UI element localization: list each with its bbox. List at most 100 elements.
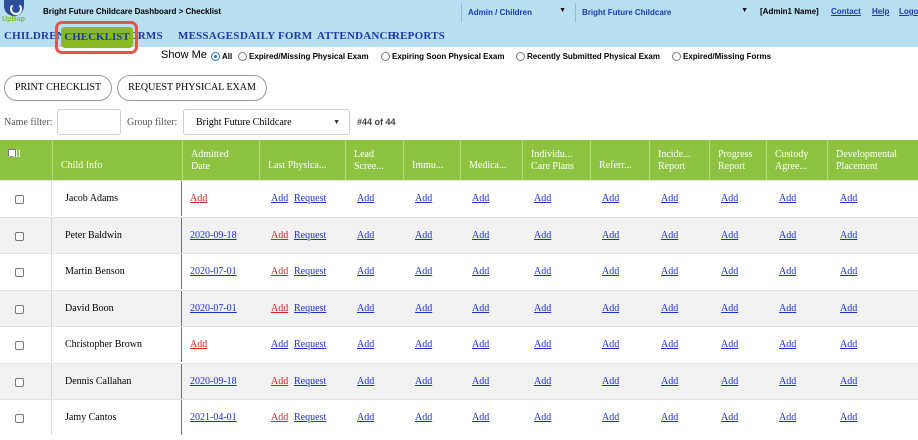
lead-screening-add-link[interactable]: Add xyxy=(357,376,374,387)
progress-report-add-link[interactable]: Add xyxy=(721,193,738,204)
header-custody-agreement[interactable]: Custody Agree... xyxy=(766,140,827,180)
logout-link[interactable]: Logo xyxy=(899,7,918,16)
radio-expiring-physical[interactable] xyxy=(381,52,390,61)
admitted-date-link[interactable]: 2020-09-18 xyxy=(190,230,237,241)
immunization-add-link[interactable]: Add xyxy=(415,339,432,350)
radio-recent-physical[interactable] xyxy=(516,52,525,61)
child-name[interactable]: Jamy Cantos xyxy=(65,412,116,423)
immunization-add-link[interactable]: Add xyxy=(415,412,432,423)
custody-agreement-add-link[interactable]: Add xyxy=(779,339,796,350)
contact-link[interactable]: Contact xyxy=(831,7,861,16)
immunization-add-link[interactable]: Add xyxy=(415,303,432,314)
physical-add-link[interactable]: Add xyxy=(271,339,288,350)
physical-request-link[interactable]: Request xyxy=(294,193,326,204)
admitted-date-link[interactable]: 2020-07-01 xyxy=(190,303,237,314)
header-progress-report[interactable]: Progress Report xyxy=(709,140,766,180)
row-checkbox[interactable] xyxy=(15,232,24,241)
progress-report-add-link[interactable]: Add xyxy=(721,412,738,423)
care-plans-add-link[interactable]: Add xyxy=(534,412,551,423)
progress-report-add-link[interactable]: Add xyxy=(721,230,738,241)
physical-add-link[interactable]: Add xyxy=(271,303,288,314)
developmental-placement-add-link[interactable]: Add xyxy=(840,193,857,204)
child-name[interactable]: Martin Benson xyxy=(65,266,125,277)
radio-all[interactable] xyxy=(211,52,220,61)
incident-report-add-link[interactable]: Add xyxy=(661,412,678,423)
header-individual-care-plans[interactable]: Individu... Care Plans xyxy=(522,140,590,180)
header-select-all[interactable]: All xyxy=(0,140,52,180)
referral-add-link[interactable]: Add xyxy=(602,230,619,241)
progress-report-add-link[interactable]: Add xyxy=(721,376,738,387)
developmental-placement-add-link[interactable]: Add xyxy=(840,230,857,241)
progress-report-add-link[interactable]: Add xyxy=(721,303,738,314)
name-filter-input[interactable] xyxy=(57,109,121,135)
child-name[interactable]: Christopher Brown xyxy=(65,339,142,350)
custody-agreement-add-link[interactable]: Add xyxy=(779,230,796,241)
custody-agreement-add-link[interactable]: Add xyxy=(779,376,796,387)
child-name[interactable]: Peter Baldwin xyxy=(65,230,122,241)
nav-reports[interactable]: REPORTS xyxy=(392,30,445,42)
medical-add-link[interactable]: Add xyxy=(472,303,489,314)
immunization-add-link[interactable]: Add xyxy=(415,193,432,204)
header-lead-screening[interactable]: Lead Scree... xyxy=(345,140,403,180)
admitted-date-link[interactable]: 2020-09-18 xyxy=(190,376,237,387)
developmental-placement-add-link[interactable]: Add xyxy=(840,376,857,387)
center-select[interactable]: Bright Future Childcare ▼ xyxy=(575,3,754,22)
immunization-add-link[interactable]: Add xyxy=(415,266,432,277)
lead-screening-add-link[interactable]: Add xyxy=(357,266,374,277)
physical-add-link[interactable]: Add xyxy=(271,266,288,277)
custody-agreement-add-link[interactable]: Add xyxy=(779,193,796,204)
progress-report-add-link[interactable]: Add xyxy=(721,339,738,350)
header-child-info[interactable]: Child Info xyxy=(52,140,182,180)
admitted-date-link[interactable]: 2021-04-01 xyxy=(190,412,237,423)
immunization-add-link[interactable]: Add xyxy=(415,230,432,241)
physical-add-link[interactable]: Add xyxy=(271,412,288,423)
incident-report-add-link[interactable]: Add xyxy=(661,230,678,241)
row-checkbox[interactable] xyxy=(15,378,24,387)
physical-add-link[interactable]: Add xyxy=(271,193,288,204)
developmental-placement-add-link[interactable]: Add xyxy=(840,303,857,314)
developmental-placement-add-link[interactable]: Add xyxy=(840,412,857,423)
incident-report-add-link[interactable]: Add xyxy=(661,303,678,314)
physical-request-link[interactable]: Request xyxy=(294,376,326,387)
referral-add-link[interactable]: Add xyxy=(602,266,619,277)
header-incident-report[interactable]: Incide... Report xyxy=(649,140,709,180)
medical-add-link[interactable]: Add xyxy=(472,412,489,423)
header-immunization[interactable]: Immu... xyxy=(403,140,460,180)
care-plans-add-link[interactable]: Add xyxy=(534,339,551,350)
admitted-add-link[interactable]: Add xyxy=(190,339,207,350)
physical-request-link[interactable]: Request xyxy=(294,303,326,314)
upbup-logo[interactable]: UpBup xyxy=(0,0,34,27)
print-checklist-button[interactable]: PRINT CHECKLIST xyxy=(4,75,112,101)
care-plans-add-link[interactable]: Add xyxy=(534,266,551,277)
row-checkbox[interactable] xyxy=(15,341,24,350)
referral-add-link[interactable]: Add xyxy=(602,339,619,350)
medical-add-link[interactable]: Add xyxy=(472,193,489,204)
row-checkbox[interactable] xyxy=(15,305,24,314)
header-developmental-placement[interactable]: Developmental Placement xyxy=(827,140,918,180)
medical-add-link[interactable]: Add xyxy=(472,266,489,277)
row-checkbox[interactable] xyxy=(15,414,24,423)
incident-report-add-link[interactable]: Add xyxy=(661,339,678,350)
progress-report-add-link[interactable]: Add xyxy=(721,266,738,277)
developmental-placement-add-link[interactable]: Add xyxy=(840,339,857,350)
group-filter-select[interactable]: Bright Future Childcare ▼ xyxy=(183,109,350,135)
header-medical[interactable]: Medica... xyxy=(460,140,522,180)
lead-screening-add-link[interactable]: Add xyxy=(357,339,374,350)
admitted-date-link[interactable]: 2020-07-01 xyxy=(190,266,237,277)
lead-screening-add-link[interactable]: Add xyxy=(357,303,374,314)
immunization-add-link[interactable]: Add xyxy=(415,376,432,387)
developmental-placement-add-link[interactable]: Add xyxy=(840,266,857,277)
nav-messages[interactable]: MESSAGES xyxy=(178,30,240,42)
child-name[interactable]: Dennis Callahan xyxy=(65,376,131,387)
medical-add-link[interactable]: Add xyxy=(472,376,489,387)
role-select[interactable]: Admin / Children ▼ xyxy=(461,3,572,22)
care-plans-add-link[interactable]: Add xyxy=(534,230,551,241)
custody-agreement-add-link[interactable]: Add xyxy=(779,412,796,423)
lead-screening-add-link[interactable]: Add xyxy=(357,230,374,241)
medical-add-link[interactable]: Add xyxy=(472,339,489,350)
care-plans-add-link[interactable]: Add xyxy=(534,303,551,314)
header-admitted-date[interactable]: Admitted Date xyxy=(182,140,259,180)
row-checkbox[interactable] xyxy=(15,195,24,204)
medical-add-link[interactable]: Add xyxy=(472,230,489,241)
care-plans-add-link[interactable]: Add xyxy=(534,376,551,387)
